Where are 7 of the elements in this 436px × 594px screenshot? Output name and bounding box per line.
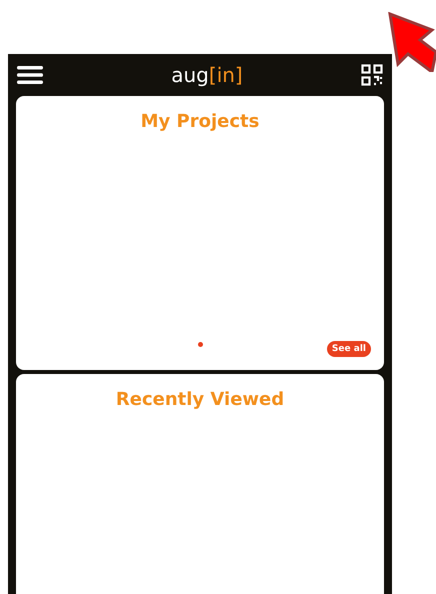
card-title: My Projects — [140, 110, 260, 134]
arrow-icon — [388, 12, 436, 72]
logo: aug[in] — [170, 65, 243, 85]
card-title: Recently Viewed — [116, 388, 284, 412]
menu-icon[interactable] — [17, 65, 43, 85]
qr-code-icon[interactable] — [360, 64, 383, 86]
see-all-button[interactable]: See all — [326, 341, 371, 357]
